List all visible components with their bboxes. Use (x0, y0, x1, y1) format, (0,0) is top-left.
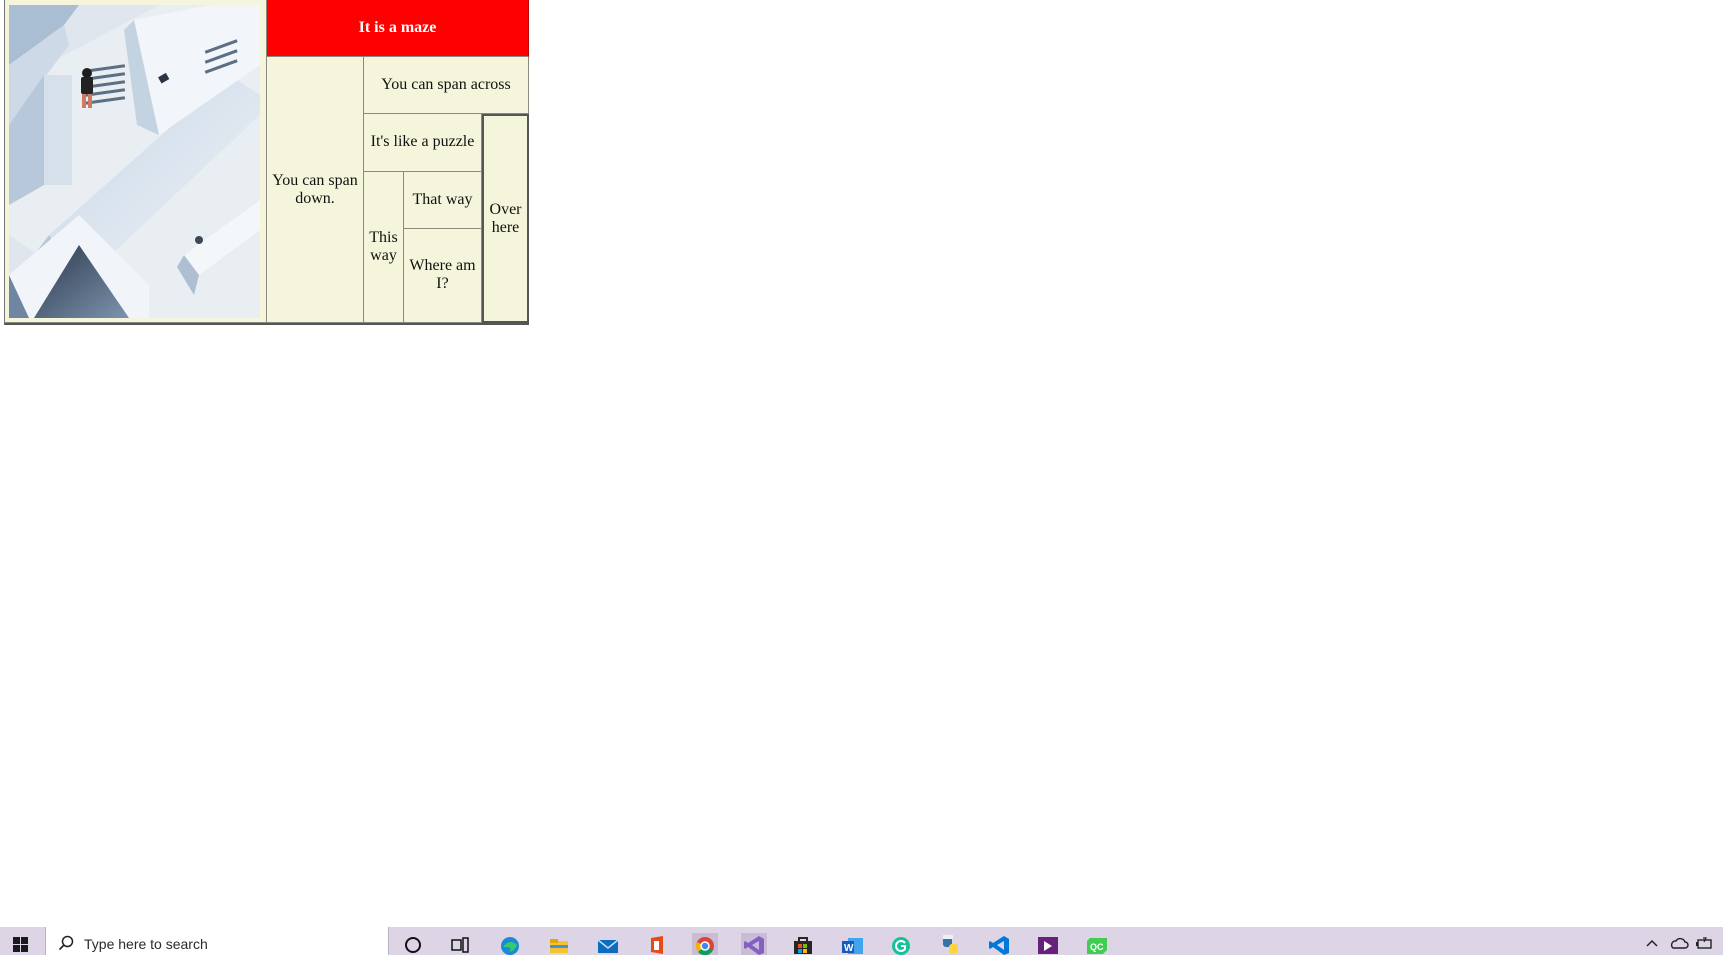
span-down-cell: You can span down. (267, 57, 364, 323)
where-am-i-cell: Where am I? (404, 228, 482, 323)
search-placeholder: Type here to search (84, 936, 208, 952)
maze-image-cell (5, 0, 267, 323)
maze-title: It is a maze (267, 0, 530, 58)
battery-icon[interactable] (1694, 936, 1714, 955)
windows-taskbar: Type here to search W QC (0, 927, 1723, 955)
vscode-icon[interactable] (986, 933, 1012, 955)
that-way-cell: That way (404, 171, 482, 229)
word-icon[interactable]: W (839, 933, 865, 955)
mail-icon[interactable] (595, 933, 621, 955)
onedrive-icon[interactable] (1669, 936, 1689, 955)
svg-text:QC: QC (1090, 942, 1104, 952)
office-icon[interactable] (644, 933, 670, 955)
over-here-cell: Over here (482, 114, 530, 323)
maze-photo (9, 4, 260, 318)
grammarly-icon[interactable] (888, 933, 914, 955)
windows-logo-icon (13, 937, 28, 952)
taskbar-search-box[interactable]: Type here to search (45, 927, 389, 955)
chrome-icon[interactable] (692, 933, 718, 955)
store-icon[interactable] (790, 933, 816, 955)
edge-icon[interactable] (497, 933, 523, 955)
span-across-cell: You can span across (364, 57, 530, 115)
start-button[interactable] (6, 933, 34, 955)
svg-text:W: W (844, 943, 854, 954)
search-icon (58, 935, 74, 951)
visual-studio-icon[interactable] (741, 933, 767, 955)
file-explorer-icon[interactable] (546, 933, 572, 955)
qt-creator-icon[interactable]: QC (1084, 933, 1110, 955)
task-view-icon[interactable] (447, 933, 473, 955)
python-icon[interactable] (937, 933, 963, 955)
visual-studio-preview-icon[interactable] (1035, 933, 1061, 955)
chevron-up-icon[interactable] (1645, 936, 1659, 954)
maze-table: It is a maze You can span down. You can … (4, 0, 530, 325)
page: It is a maze You can span down. You can … (0, 0, 1723, 955)
puzzle-cell: It's like a puzzle (364, 114, 482, 172)
this-way-cell: This way (364, 171, 404, 323)
cortana-icon[interactable] (400, 933, 426, 955)
